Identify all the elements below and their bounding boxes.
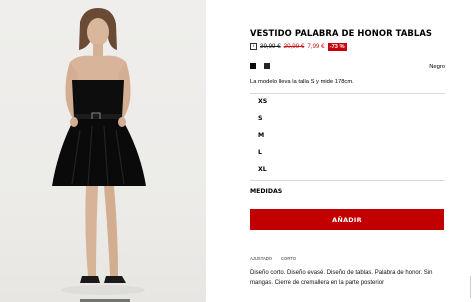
divider xyxy=(250,93,445,94)
size-option-m[interactable]: M xyxy=(258,132,264,139)
size-option-s[interactable]: S xyxy=(258,115,262,122)
scroll-edge xyxy=(470,276,475,298)
price-original: 39,99 € xyxy=(260,43,281,50)
size-option-xl[interactable]: XL xyxy=(258,166,267,173)
model-size-note: La modelo lleva la talla S y mide 178cm. xyxy=(250,79,354,85)
divider xyxy=(250,180,445,181)
size-option-l[interactable]: L xyxy=(258,149,262,156)
color-swatch-dark[interactable] xyxy=(264,63,270,69)
discount-badge: -73 % xyxy=(327,42,347,51)
product-title: VESTIDO PALABRA DE HONOR TABLAS xyxy=(250,28,433,38)
add-to-cart-button[interactable]: AÑADIR xyxy=(250,209,444,230)
product-description: Diseño corto. Diseño evasé. Diseño de ta… xyxy=(250,270,433,286)
product-tags: AJUSTADO CORTO xyxy=(250,256,296,261)
product-image[interactable] xyxy=(0,0,206,302)
measurements-link[interactable]: MEDIDAS xyxy=(250,188,282,195)
price-current: 7,99 € xyxy=(307,43,325,50)
info-icon[interactable]: i xyxy=(250,43,257,50)
color-swatch-black[interactable] xyxy=(250,63,256,69)
product-details-panel: VESTIDO PALABRA DE HONOR TABLAS i 39,99 … xyxy=(250,0,445,302)
model-illustration xyxy=(52,8,146,295)
price-previous: 20,99 € xyxy=(283,43,305,50)
tag-length: CORTO xyxy=(281,256,297,261)
color-swatches xyxy=(250,63,270,69)
size-option-xs[interactable]: XS xyxy=(258,98,267,105)
tag-fit: AJUSTADO xyxy=(250,256,273,261)
selected-color-label: Negro xyxy=(429,64,445,70)
price-row: i 39,99 € 20,99 € 7,99 € -73 % xyxy=(250,41,347,52)
